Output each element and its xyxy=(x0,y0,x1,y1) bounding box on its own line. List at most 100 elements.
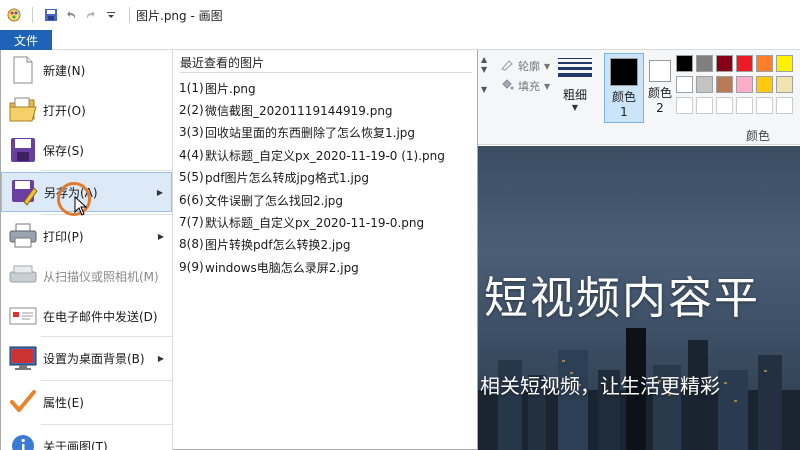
fill-button[interactable]: 填充 ▼ xyxy=(500,78,550,94)
title-bar: 图片.png - 画图 xyxy=(0,0,800,30)
shape-gallery-scroll[interactable]: ▲ ▼ ▼ xyxy=(481,55,493,95)
redo-icon[interactable] xyxy=(83,7,99,23)
custom-color-slot[interactable] xyxy=(676,97,693,114)
menu-item-label: 设置为桌面背景(B) xyxy=(43,351,145,366)
recent-item[interactable]: 4(4) 默认标题_自定义px_2020-11-19-0 (1).png xyxy=(179,145,445,165)
palette-color[interactable] xyxy=(756,55,773,72)
menu-item-properties[interactable]: 属性(E) xyxy=(1,382,172,422)
color-2-button[interactable]: 颜色 2 xyxy=(640,53,680,123)
colors-group-label: 颜色 xyxy=(746,129,771,143)
recent-item[interactable]: 3(3) 回收站里面的东西删除了怎么恢复1.jpg xyxy=(179,122,415,142)
thickness-button[interactable]: 粗细 ▼ xyxy=(558,55,592,112)
file-tab[interactable]: 文件 xyxy=(0,30,52,50)
undo-icon[interactable] xyxy=(63,7,79,23)
email-icon xyxy=(5,298,41,334)
color-2-label: 颜色 2 xyxy=(648,86,673,115)
paint-app-icon[interactable] xyxy=(6,7,22,23)
thickness-line-icon xyxy=(558,58,592,59)
submenu-arrow-icon: ▶ xyxy=(157,231,164,241)
palette-color[interactable] xyxy=(776,76,793,93)
recent-pictures-panel: 最近查看的图片 1(1) 图片.png 2(2) 微信截图_2020111914… xyxy=(174,50,478,450)
menu-item-label: 新建(N) xyxy=(43,63,86,78)
thickness-line-icon xyxy=(558,73,592,77)
menu-separator xyxy=(41,380,172,381)
recent-item-number: 6(6) xyxy=(179,193,204,207)
recent-item-number: 4(4) xyxy=(179,148,204,162)
menu-item-new[interactable]: 新建(N) xyxy=(1,50,172,90)
menu-item-set-desktop-background[interactable]: 设置为桌面背景(B) ▶ xyxy=(1,338,172,378)
recent-item-name: 图片.png xyxy=(205,81,256,96)
customize-qat-icon[interactable] xyxy=(103,7,119,23)
palette-color[interactable] xyxy=(776,55,793,72)
fill-bucket-icon xyxy=(500,78,514,94)
chevron-down-icon: ▼ xyxy=(571,103,579,112)
custom-color-slot[interactable] xyxy=(696,97,713,114)
recent-item-name: windows电脑怎么录屏2.jpg xyxy=(205,260,359,275)
menu-item-send-email[interactable]: 在电子邮件中发送(D) xyxy=(1,296,172,336)
menu-item-from-scanner: 从扫描仪或照相机(M) xyxy=(1,256,172,296)
palette-color[interactable] xyxy=(716,55,733,72)
menu-separator xyxy=(41,170,172,171)
recent-item[interactable]: 2(2) 微信截图_20201119144919.png xyxy=(179,100,393,120)
palette-color[interactable] xyxy=(676,55,693,72)
recent-item[interactable]: 6(6) 文件误删了怎么找回2.jpg xyxy=(179,190,343,210)
recent-item-number: 3(3) xyxy=(179,125,204,139)
menu-item-label: 从扫描仪或照相机(M) xyxy=(43,269,159,284)
recent-item[interactable]: 7(7) 默认标题_自定义px_2020-11-19-0.png xyxy=(179,212,424,232)
palette-color[interactable] xyxy=(696,55,713,72)
recent-item[interactable]: 9(9) windows电脑怎么录屏2.jpg xyxy=(179,257,359,277)
window-title: 图片.png - 画图 xyxy=(136,8,223,23)
ribbon-tab-strip xyxy=(52,30,800,50)
recent-item-number: 1(1) xyxy=(179,81,204,95)
outline-label: 轮廓 xyxy=(518,60,540,73)
recent-item-name: 微信截图_20201119144919.png xyxy=(205,103,393,118)
mouse-pointer-icon xyxy=(74,196,88,216)
recent-divider xyxy=(180,72,472,73)
recent-item-number: 2(2) xyxy=(179,103,204,117)
canvas-headline-text: 短视频内容平 xyxy=(484,273,760,324)
palette-color[interactable] xyxy=(756,76,773,93)
outline-icon xyxy=(500,59,514,74)
recent-item-name: 文件误删了怎么找回2.jpg xyxy=(205,193,344,208)
about-icon xyxy=(5,428,41,450)
palette-color[interactable] xyxy=(716,76,733,93)
thickness-line-icon xyxy=(558,62,592,64)
save-as-icon xyxy=(6,174,42,210)
menu-item-label: 属性(E) xyxy=(43,395,84,410)
palette-color[interactable] xyxy=(736,55,753,72)
save-icon[interactable] xyxy=(43,7,59,23)
file-menu: 新建(N) 打开(O) 保存(S) 另存为(A) ▶ 打印(P) ▶ 从扫描仪或… xyxy=(0,50,478,450)
recent-item-number: 7(7) xyxy=(179,215,204,229)
outline-button[interactable]: 轮廓 ▼ xyxy=(500,58,550,74)
menu-item-label: 打开(O) xyxy=(43,103,86,118)
color-1-swatch xyxy=(610,58,638,86)
recent-item[interactable]: 8(8) 图片转换pdf怎么转换2.jpg xyxy=(179,234,350,254)
custom-color-slot[interactable] xyxy=(776,97,793,114)
recent-pictures-heading: 最近查看的图片 xyxy=(180,56,265,70)
palette-color[interactable] xyxy=(676,76,693,93)
menu-separator xyxy=(41,214,172,215)
recent-item-number: 8(8) xyxy=(179,237,204,251)
palette-color[interactable] xyxy=(736,76,753,93)
custom-color-slot[interactable] xyxy=(756,97,773,114)
recent-item-name: 默认标题_自定义px_2020-11-19-0.png xyxy=(205,215,425,230)
thickness-line-icon xyxy=(558,67,592,70)
chevron-down-icon: ▼ xyxy=(544,81,551,91)
qat-separator xyxy=(129,7,130,23)
custom-color-slot[interactable] xyxy=(736,97,753,114)
recent-item[interactable]: 5(5) pdf图片怎么转成jpg格式1.jpg xyxy=(179,167,369,187)
palette-color[interactable] xyxy=(696,76,713,93)
thickness-label: 粗细 xyxy=(562,88,587,102)
printer-icon xyxy=(5,218,41,254)
save-icon xyxy=(5,132,41,168)
custom-color-slot[interactable] xyxy=(716,97,733,114)
menu-item-save[interactable]: 保存(S) xyxy=(1,130,172,170)
scanner-icon xyxy=(5,258,41,294)
menu-item-print[interactable]: 打印(P) ▶ xyxy=(1,216,172,256)
recent-item[interactable]: 1(1) 图片.png xyxy=(179,78,256,98)
menu-item-open[interactable]: 打开(O) xyxy=(1,90,172,130)
menu-item-about[interactable]: 关于画图(T) xyxy=(1,426,172,450)
color-1-button[interactable]: 颜色 1 xyxy=(604,53,644,123)
fill-label: 填充 xyxy=(518,80,540,93)
menu-separator xyxy=(41,424,172,425)
